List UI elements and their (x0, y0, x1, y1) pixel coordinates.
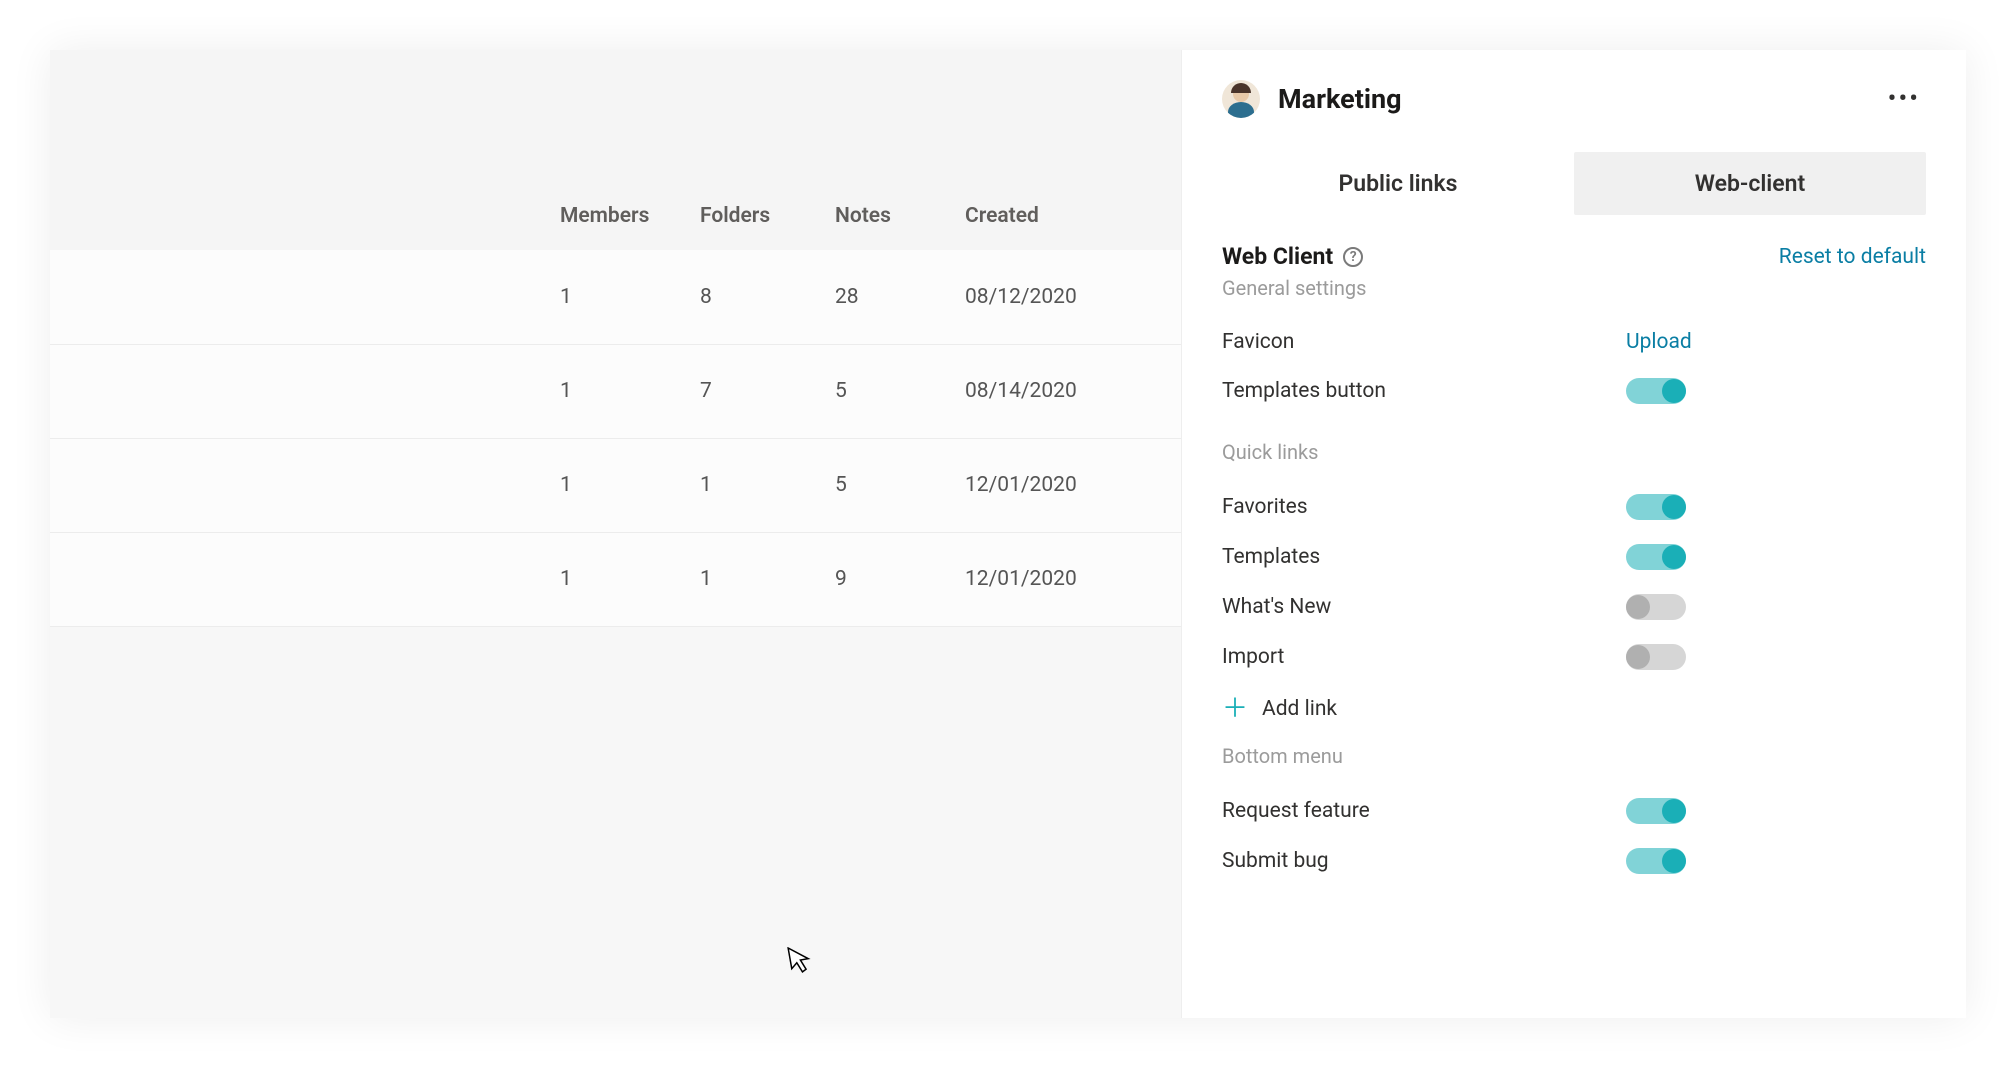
cell-created: 08/14/2020 (945, 344, 1181, 438)
mouse-cursor-icon (787, 943, 815, 983)
setting-templates: Templates (1222, 532, 1926, 582)
cell-members: 1 (540, 344, 680, 438)
section-title: Web Client ? (1222, 243, 1363, 270)
setting-import: Import (1222, 632, 1926, 682)
cell-notes: 5 (815, 344, 945, 438)
cell-folders: 8 (680, 250, 815, 344)
setting-favorites: Favorites (1222, 482, 1926, 532)
whats-new-toggle[interactable] (1626, 594, 1686, 620)
cell-blank (50, 438, 540, 532)
setting-favicon: Favicon Upload (1222, 318, 1926, 366)
plus-icon: ＋ (1222, 696, 1248, 722)
cell-notes: 9 (815, 532, 945, 626)
favicon-upload-link[interactable]: Upload (1626, 330, 1692, 354)
table-header-folders[interactable]: Folders (680, 50, 815, 250)
import-toggle[interactable] (1626, 644, 1686, 670)
table-row[interactable]: 1 1 5 12/01/2020 (50, 438, 1181, 532)
templates-label: Templates (1222, 545, 1626, 569)
section-header: Web Client ? Reset to default (1222, 243, 1926, 270)
setting-submit-bug: Submit bug (1222, 836, 1926, 886)
tab-web-client[interactable]: Web-client (1574, 152, 1926, 215)
cell-members: 1 (540, 250, 680, 344)
add-link-label: Add link (1262, 697, 1337, 721)
request-feature-toggle[interactable] (1626, 798, 1686, 824)
panel-tabs: Public links Web-client (1222, 152, 1926, 215)
submit-bug-label: Submit bug (1222, 849, 1626, 873)
cell-folders: 1 (680, 532, 815, 626)
more-icon[interactable]: ••• (1882, 78, 1926, 120)
general-settings-label: General settings (1222, 276, 1926, 300)
cell-members: 1 (540, 438, 680, 532)
panel-header: Marketing ••• (1222, 78, 1926, 120)
bottom-menu-label: Bottom menu (1222, 744, 1926, 768)
table-header-created[interactable]: Created (945, 50, 1181, 250)
main-table-area: Members Folders Notes Created 1 8 28 08/… (50, 50, 1181, 1018)
templates-button-label: Templates button (1222, 379, 1626, 403)
cell-blank (50, 344, 540, 438)
setting-whats-new: What's New (1222, 582, 1926, 632)
table-row[interactable]: 1 8 28 08/12/2020 (50, 250, 1181, 344)
table-header-members[interactable]: Members (540, 50, 680, 250)
favorites-label: Favorites (1222, 495, 1626, 519)
request-feature-label: Request feature (1222, 799, 1626, 823)
cell-created: 08/12/2020 (945, 250, 1181, 344)
submit-bug-toggle[interactable] (1626, 848, 1686, 874)
favicon-label: Favicon (1222, 330, 1626, 354)
cell-blank (50, 250, 540, 344)
table-header-row: Members Folders Notes Created (50, 50, 1181, 250)
section-title-text: Web Client (1222, 243, 1333, 270)
setting-request-feature: Request feature (1222, 786, 1926, 836)
cell-created: 12/01/2020 (945, 532, 1181, 626)
cell-created: 12/01/2020 (945, 438, 1181, 532)
import-label: Import (1222, 645, 1626, 669)
templates-button-toggle[interactable] (1626, 378, 1686, 404)
avatar (1222, 80, 1260, 118)
reset-to-default-link[interactable]: Reset to default (1779, 245, 1926, 269)
panel-title: Marketing (1278, 83, 1402, 115)
cell-members: 1 (540, 532, 680, 626)
add-link-button[interactable]: ＋ Add link (1222, 682, 1926, 744)
table-header-blank (50, 50, 540, 250)
cell-blank (50, 532, 540, 626)
workspaces-table: Members Folders Notes Created 1 8 28 08/… (50, 50, 1181, 627)
details-panel: Marketing ••• Public links Web-client We… (1181, 50, 1966, 1018)
quick-links-label: Quick links (1222, 440, 1926, 464)
cell-notes: 28 (815, 250, 945, 344)
favorites-toggle[interactable] (1626, 494, 1686, 520)
table-row[interactable]: 1 7 5 08/14/2020 (50, 344, 1181, 438)
cell-folders: 7 (680, 344, 815, 438)
table-header-notes[interactable]: Notes (815, 50, 945, 250)
setting-templates-button: Templates button (1222, 366, 1926, 416)
cell-notes: 5 (815, 438, 945, 532)
table-row[interactable]: 1 1 9 12/01/2020 (50, 532, 1181, 626)
tab-public-links[interactable]: Public links (1222, 152, 1574, 215)
cell-folders: 1 (680, 438, 815, 532)
help-icon[interactable]: ? (1343, 247, 1363, 267)
table-body: 1 8 28 08/12/2020 1 7 5 08/14/2020 (50, 250, 1181, 626)
templates-toggle[interactable] (1626, 544, 1686, 570)
whats-new-label: What's New (1222, 595, 1626, 619)
